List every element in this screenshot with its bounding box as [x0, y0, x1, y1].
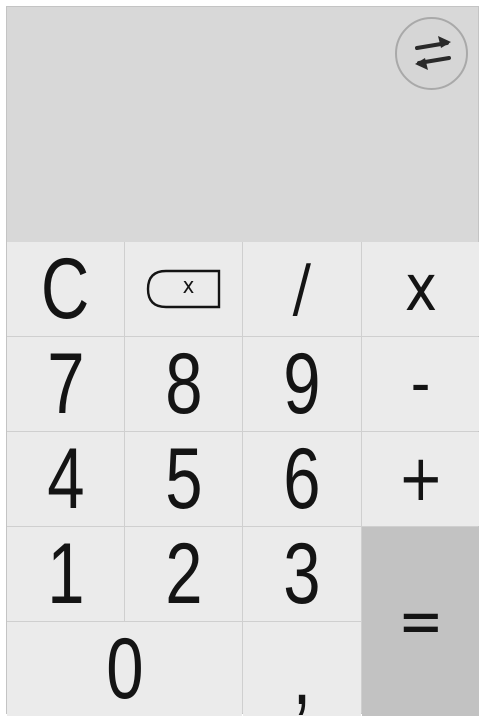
digit-6-button[interactable]: 6	[243, 432, 361, 526]
digit-5-label: 5	[164, 431, 203, 527]
multiply-button[interactable]: x	[362, 242, 479, 336]
plus-button[interactable]: +	[362, 432, 479, 526]
digit-4-label: 4	[46, 431, 85, 527]
digit-1-button[interactable]: 1	[7, 527, 124, 621]
digit-9-button[interactable]: 9	[243, 337, 361, 431]
digit-7-label: 7	[46, 336, 85, 432]
digit-2-button[interactable]: 2	[125, 527, 242, 621]
plus-label: +	[397, 442, 444, 516]
digit-5-button[interactable]: 5	[125, 432, 242, 526]
swap-arrows-icon	[415, 36, 451, 70]
equals-button[interactable]: =	[362, 527, 479, 716]
result-display	[7, 7, 478, 242]
keypad: C x / x 7 8 9 - 4 5 6 + 1 2 3 = 0 ,	[7, 242, 479, 723]
comma-label: ,	[292, 627, 312, 723]
equals-label: =	[397, 584, 444, 659]
multiply-label: x	[404, 252, 437, 326]
digit-0-label: 0	[105, 621, 144, 717]
calculator-window: C x / x 7 8 9 - 4 5 6 + 1 2 3 = 0 ,	[6, 6, 479, 723]
digit-8-button[interactable]: 8	[125, 337, 242, 431]
backspace-button[interactable]: x	[125, 242, 242, 336]
divide-button[interactable]: /	[243, 242, 361, 336]
digit-1-label: 1	[46, 526, 85, 622]
digit-4-button[interactable]: 4	[7, 432, 124, 526]
digit-2-label: 2	[164, 526, 203, 622]
divide-label: /	[292, 252, 312, 326]
digit-7-button[interactable]: 7	[7, 337, 124, 431]
swap-button[interactable]	[395, 17, 468, 90]
digit-3-button[interactable]: 3	[243, 527, 361, 621]
clear-button[interactable]: C	[7, 242, 124, 336]
backspace-glyph: x	[182, 274, 194, 299]
digit-0-button[interactable]: 0	[7, 622, 242, 716]
clear-label: C	[41, 241, 90, 337]
digit-8-label: 8	[164, 336, 203, 432]
minus-label: -	[410, 347, 431, 421]
digit-9-label: 9	[283, 336, 321, 432]
digit-3-label: 3	[283, 526, 321, 622]
digit-6-label: 6	[283, 431, 321, 527]
comma-button[interactable]: ,	[243, 622, 361, 723]
backspace-icon: x	[146, 269, 222, 309]
minus-button[interactable]: -	[362, 337, 479, 431]
